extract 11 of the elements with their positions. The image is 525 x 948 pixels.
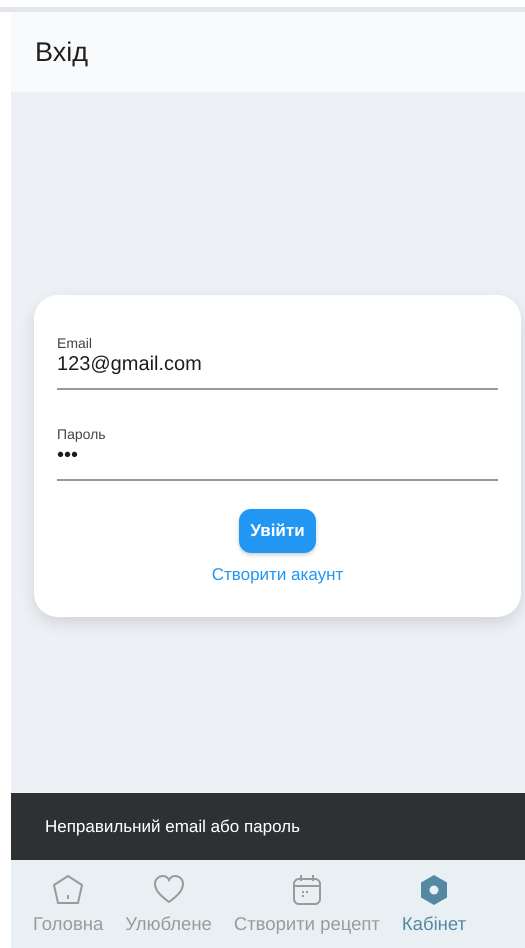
create-account-link[interactable]: Створити акаунт xyxy=(212,564,344,584)
input-field[interactable]: Пароль ••• xyxy=(57,426,498,480)
page-title: Вхід xyxy=(35,36,88,68)
nav-tab[interactable]: Створити рецепт xyxy=(234,873,380,935)
nav-tab[interactable]: Улюблене xyxy=(125,873,212,935)
login-button[interactable]: Увійти xyxy=(239,508,316,552)
home-icon xyxy=(51,873,86,907)
nav-tab[interactable]: Головна xyxy=(33,873,104,935)
input-field[interactable]: Email 123@gmail.com xyxy=(57,334,498,390)
error-message: Неправильний email або пароль xyxy=(45,816,300,836)
nav-tab[interactable]: Кабінет xyxy=(402,873,466,935)
